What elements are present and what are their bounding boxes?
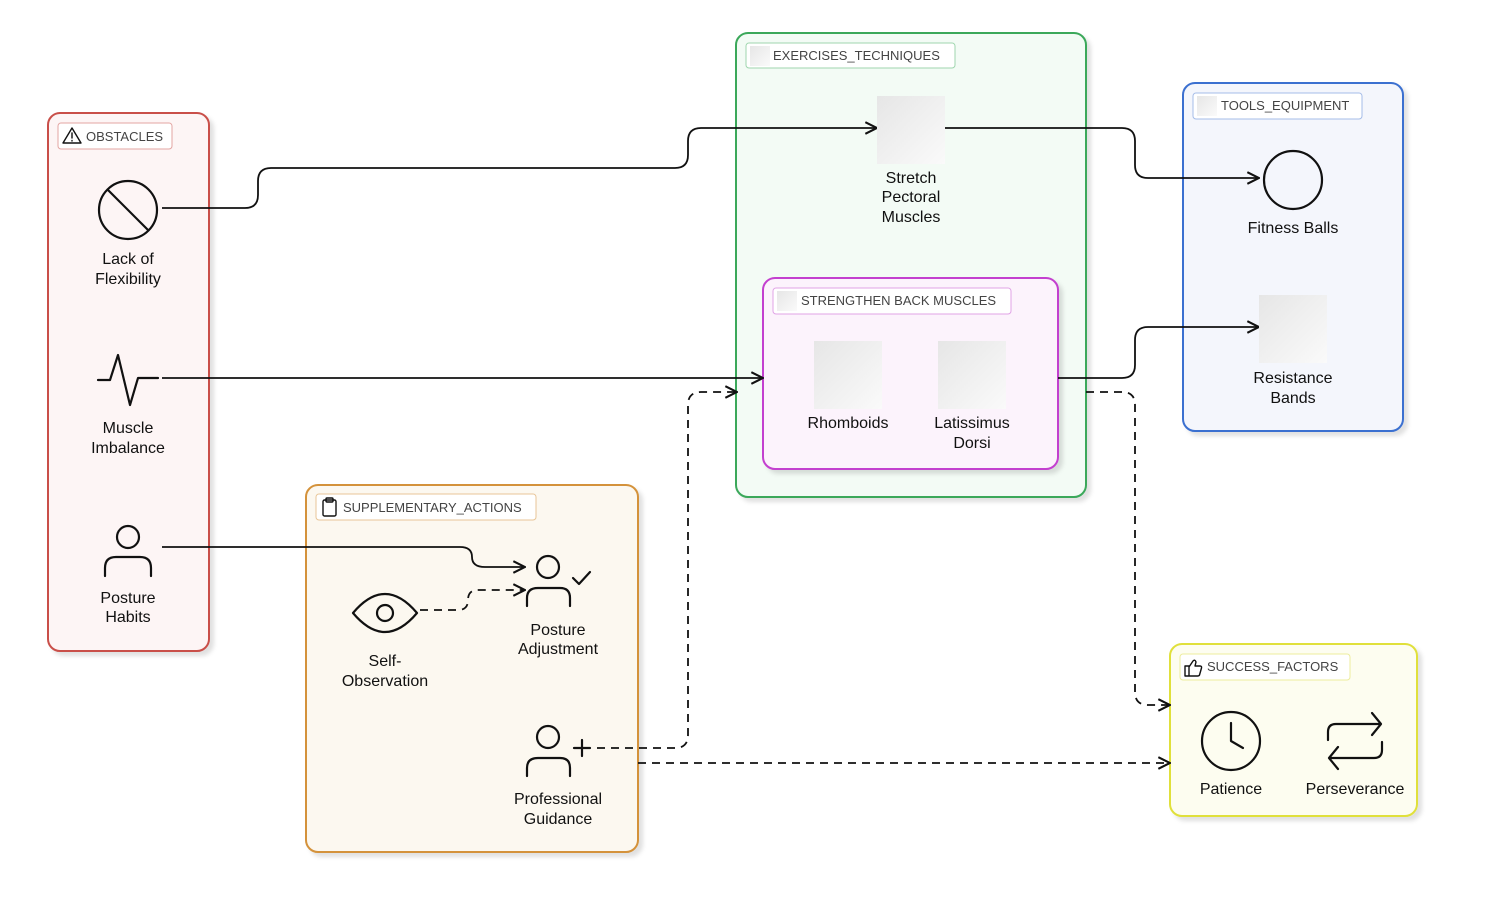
node-label: Pectoral (882, 189, 941, 206)
placeholder-icon (938, 341, 1006, 409)
node-label: Bands (1270, 390, 1315, 407)
node-label: Resistance (1253, 370, 1332, 387)
node-label: Flexibility (95, 271, 161, 288)
placeholder-icon (777, 291, 797, 311)
group-title-exercises: EXERCISES_TECHNIQUES (773, 48, 940, 63)
node-label: Perseverance (1306, 781, 1405, 798)
diagram-canvas: OBSTACLES EXERCISES_TECHNIQUES STRENGTHE… (47, 32, 1418, 853)
node-label: Latissimus (934, 415, 1010, 432)
group-strengthen-back-muscles[interactable]: STRENGTHEN BACK MUSCLES (762, 277, 1059, 470)
edge-exercises-to-success (1086, 391, 1170, 705)
group-obstacles[interactable]: OBSTACLES (47, 112, 210, 652)
group-title-obstacles: OBSTACLES (86, 129, 163, 144)
node-label: Posture (100, 590, 155, 607)
placeholder-icon (1259, 295, 1327, 363)
group-title-success: SUCCESS_FACTORS (1207, 659, 1339, 674)
node-label: Rhomboids (808, 415, 889, 432)
placeholder-icon (814, 341, 882, 409)
node-label: Adjustment (518, 641, 599, 658)
node-label: Professional (514, 791, 602, 808)
group-title-tools: TOOLS_EQUIPMENT (1221, 98, 1349, 113)
node-label: Patience (1200, 781, 1262, 798)
node-label: Lack of (102, 251, 154, 268)
node-label: Observation (342, 673, 428, 690)
node-label: Stretch (886, 170, 937, 187)
node-label: Guidance (524, 811, 593, 828)
group-title-strengthen: STRENGTHEN BACK MUSCLES (801, 293, 996, 308)
placeholder-icon (750, 46, 770, 66)
node-label: Habits (105, 609, 150, 626)
node-label: Muscles (882, 209, 941, 226)
node-rhomboids[interactable]: Rhomboids (808, 341, 889, 432)
group-title-supplementary: SUPPLEMENTARY_ACTIONS (343, 500, 522, 515)
node-label: Posture (530, 622, 585, 639)
node-label: Fitness Balls (1248, 220, 1339, 237)
node-label: Dorsi (953, 435, 990, 452)
placeholder-icon (877, 96, 945, 164)
node-label: Imbalance (91, 440, 165, 457)
placeholder-icon (1197, 96, 1217, 116)
node-label: Self- (369, 653, 402, 670)
node-label: Muscle (103, 420, 154, 437)
